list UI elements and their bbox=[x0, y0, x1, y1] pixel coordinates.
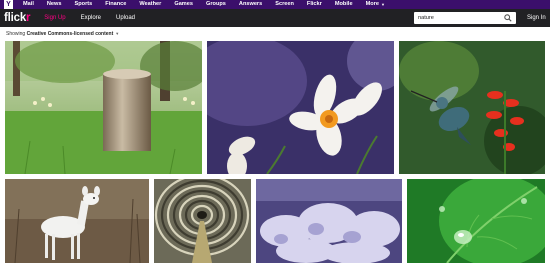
signin-link[interactable]: Sign In bbox=[527, 9, 546, 27]
daffodils-photo[interactable] bbox=[207, 41, 394, 174]
topbar-link-games[interactable]: Games bbox=[174, 0, 193, 9]
topbar-link-finance[interactable]: Finance bbox=[105, 0, 126, 9]
tree-stump-photo[interactable] bbox=[5, 41, 202, 174]
filter-bar: Showing Creative Commons-licensed conten… bbox=[0, 27, 550, 40]
filter-value: Creative Commons-licensed content bbox=[26, 30, 114, 37]
yahoo-logo-icon[interactable]: Y bbox=[4, 0, 13, 9]
license-filter-dropdown[interactable]: Showing Creative Commons-licensed conten… bbox=[6, 31, 119, 37]
flickr-nav-bar: flickr Sign Up Explore Upload Sign In bbox=[0, 9, 550, 27]
topbar-more-label: More bbox=[365, 1, 379, 7]
topbar-link-screen[interactable]: Screen bbox=[275, 0, 294, 9]
topbar-link-mobile[interactable]: Mobile bbox=[335, 0, 353, 9]
search-icon[interactable] bbox=[502, 12, 514, 24]
topbar-link-news[interactable]: News bbox=[47, 0, 62, 9]
logo-text: flick bbox=[4, 12, 27, 24]
topbar-link-sports[interactable]: Sports bbox=[75, 0, 93, 9]
topbar-link-answers[interactable]: Answers bbox=[239, 0, 262, 9]
water-drop-leaf-photo[interactable] bbox=[407, 179, 545, 263]
chevron-down-icon: ▼ bbox=[115, 30, 120, 36]
search-box bbox=[414, 12, 516, 24]
tunnel-photo[interactable] bbox=[154, 179, 251, 263]
chevron-down-icon: ▼ bbox=[380, 2, 385, 7]
topbar-link-groups[interactable]: Groups bbox=[206, 0, 226, 9]
search-input[interactable] bbox=[414, 12, 502, 24]
topbar-link-mail[interactable]: Mail bbox=[23, 0, 34, 9]
topbar-link-flickr[interactable]: Flickr bbox=[307, 0, 322, 9]
signup-link[interactable]: Sign Up bbox=[44, 9, 65, 27]
topbar-link-weather[interactable]: Weather bbox=[139, 0, 161, 9]
topbar-more-menu[interactable]: More ▼ bbox=[366, 0, 385, 9]
filter-prefix: Showing bbox=[6, 30, 27, 37]
hummingbird-photo[interactable] bbox=[399, 41, 545, 174]
explore-link[interactable]: Explore bbox=[81, 9, 101, 27]
frost-plant-photo[interactable] bbox=[256, 179, 402, 263]
flickr-logo[interactable]: flickr bbox=[4, 9, 31, 27]
logo-text-r: r bbox=[26, 12, 31, 24]
upload-link[interactable]: Upload bbox=[116, 9, 135, 27]
yahoo-top-bar: Y Mail News Sports Finance Weather Games… bbox=[0, 0, 550, 9]
white-deer-photo[interactable] bbox=[5, 179, 149, 263]
